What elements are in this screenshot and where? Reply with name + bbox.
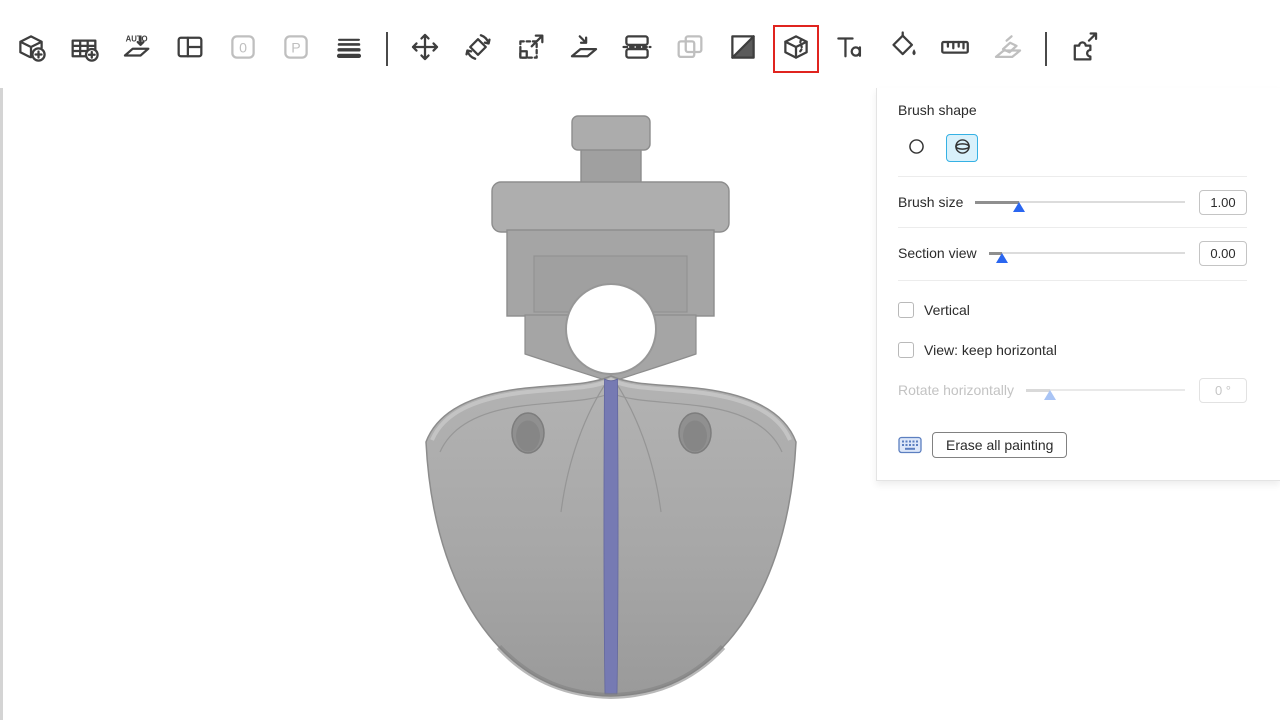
top-toolbar: AUTO 0 P <box>0 0 1280 88</box>
benchy-chimney-cap <box>572 116 650 150</box>
tool-add-plate-button[interactable] <box>65 29 103 69</box>
add-model-icon <box>14 30 48 69</box>
cut-icon <box>620 30 654 69</box>
brush-size-value[interactable]: 1.00 <box>1199 190 1247 215</box>
vertical-checkbox[interactable] <box>898 302 914 318</box>
keep-horizontal-checkbox-row: View: keep horizontal <box>898 341 1247 359</box>
tool-emboss-button <box>989 29 1027 69</box>
arrange-icon <box>173 30 207 69</box>
tool-split-to-parts-button: P <box>277 29 315 69</box>
add-plate-icon <box>67 30 101 69</box>
tool-measure-button[interactable] <box>936 29 974 69</box>
slider-thumb <box>1044 390 1056 400</box>
section-view-slider[interactable] <box>989 244 1185 262</box>
tool-color-painting-button[interactable] <box>883 29 921 69</box>
tool-seam-painting-button[interactable] <box>777 29 815 69</box>
assembly-view-icon <box>1067 30 1101 69</box>
tool-support-painting-button[interactable] <box>724 29 762 69</box>
benchy-seam-stripe <box>604 379 618 694</box>
tool-variable-layer-height-button[interactable] <box>330 29 368 69</box>
vertical-checkbox-label: Vertical <box>924 302 970 318</box>
auto-orient-icon: AUTO <box>120 30 154 69</box>
section-view-row: Section view 0.00 <box>898 240 1247 266</box>
support-painting-icon <box>726 30 760 69</box>
split-to-objects-icon: 0 <box>226 30 260 69</box>
section-view-value[interactable]: 0.00 <box>1199 241 1247 266</box>
toolbar-separator <box>1045 32 1047 66</box>
rotate-horizontally-label: Rotate horizontally <box>898 382 1014 398</box>
brush-size-label: Brush size <box>898 194 963 210</box>
lay-on-face-icon <box>567 30 601 69</box>
benchy-roof <box>492 182 729 232</box>
brush-shape-option-sphere-brush[interactable] <box>946 134 978 162</box>
keep-horizontal-checkbox-label: View: keep horizontal <box>924 342 1057 358</box>
split-to-parts-icon: P <box>279 30 313 69</box>
tool-text-button[interactable] <box>830 29 868 69</box>
tool-mesh-boolean-button <box>671 29 709 69</box>
tool-lay-on-face-button[interactable] <box>565 29 603 69</box>
svg-text:0: 0 <box>239 40 247 56</box>
keyboard-shortcuts-icon[interactable] <box>898 436 922 454</box>
measure-icon <box>938 30 972 69</box>
section-view-label: Section view <box>898 245 977 261</box>
scale-icon <box>514 30 548 69</box>
brush-shape-option-circle-brush[interactable] <box>900 134 932 162</box>
color-painting-icon <box>885 30 919 69</box>
svg-text:P: P <box>291 40 300 56</box>
benchy-window <box>566 284 656 374</box>
brush-size-row: Brush size 1.00 <box>898 189 1247 215</box>
panel-divider <box>898 280 1247 281</box>
benchy-porthole-right-inner <box>683 421 707 452</box>
tool-cut-button[interactable] <box>618 29 656 69</box>
tool-assembly-view-button[interactable] <box>1065 29 1103 69</box>
erase-all-painting-button[interactable]: Erase all painting <box>932 432 1067 458</box>
benchy-porthole-left-inner <box>516 421 540 452</box>
brush-shape-options <box>900 134 1247 162</box>
vertical-checkbox-row: Vertical <box>898 301 1247 319</box>
toolbar-separator <box>386 32 388 66</box>
rotate-horizontally-row: Rotate horizontally 0 ° <box>898 377 1247 403</box>
keep-horizontal-checkbox[interactable] <box>898 342 914 358</box>
tool-move-button[interactable] <box>406 29 444 69</box>
seam-painting-panel: Brush shape Brush size 1.00 Section view… <box>876 88 1280 481</box>
slider-thumb[interactable] <box>996 253 1008 263</box>
tool-auto-orient-button[interactable]: AUTO <box>118 29 156 69</box>
circle-brush-icon <box>906 136 927 160</box>
tool-rotate-button[interactable] <box>459 29 497 69</box>
rotate-horizontally-value: 0 ° <box>1199 378 1247 403</box>
viewport-left-edge <box>0 88 3 720</box>
move-icon <box>408 30 442 69</box>
variable-layer-height-icon <box>332 30 366 69</box>
tool-add-model-button[interactable] <box>12 29 50 69</box>
tool-scale-button[interactable] <box>512 29 550 69</box>
tool-arrange-button[interactable] <box>171 29 209 69</box>
brush-shape-row: Brush shape <box>898 102 1247 118</box>
slider-thumb[interactable] <box>1013 202 1025 212</box>
panel-divider <box>898 227 1247 228</box>
mesh-boolean-icon <box>673 30 707 69</box>
rotate-icon <box>461 30 495 69</box>
emboss-icon <box>991 30 1025 69</box>
text-icon <box>832 30 866 69</box>
panel-divider <box>898 176 1247 177</box>
benchy-model[interactable] <box>418 110 808 706</box>
rotate-horizontally-slider <box>1026 381 1185 399</box>
seam-painting-icon <box>779 30 813 69</box>
sphere-brush-icon <box>952 136 973 160</box>
slider-track <box>989 252 1185 254</box>
erase-row: Erase all painting <box>898 431 1247 459</box>
brush-size-slider[interactable] <box>975 193 1185 211</box>
brush-shape-label: Brush shape <box>898 102 977 118</box>
tool-split-to-objects-button: 0 <box>224 29 262 69</box>
